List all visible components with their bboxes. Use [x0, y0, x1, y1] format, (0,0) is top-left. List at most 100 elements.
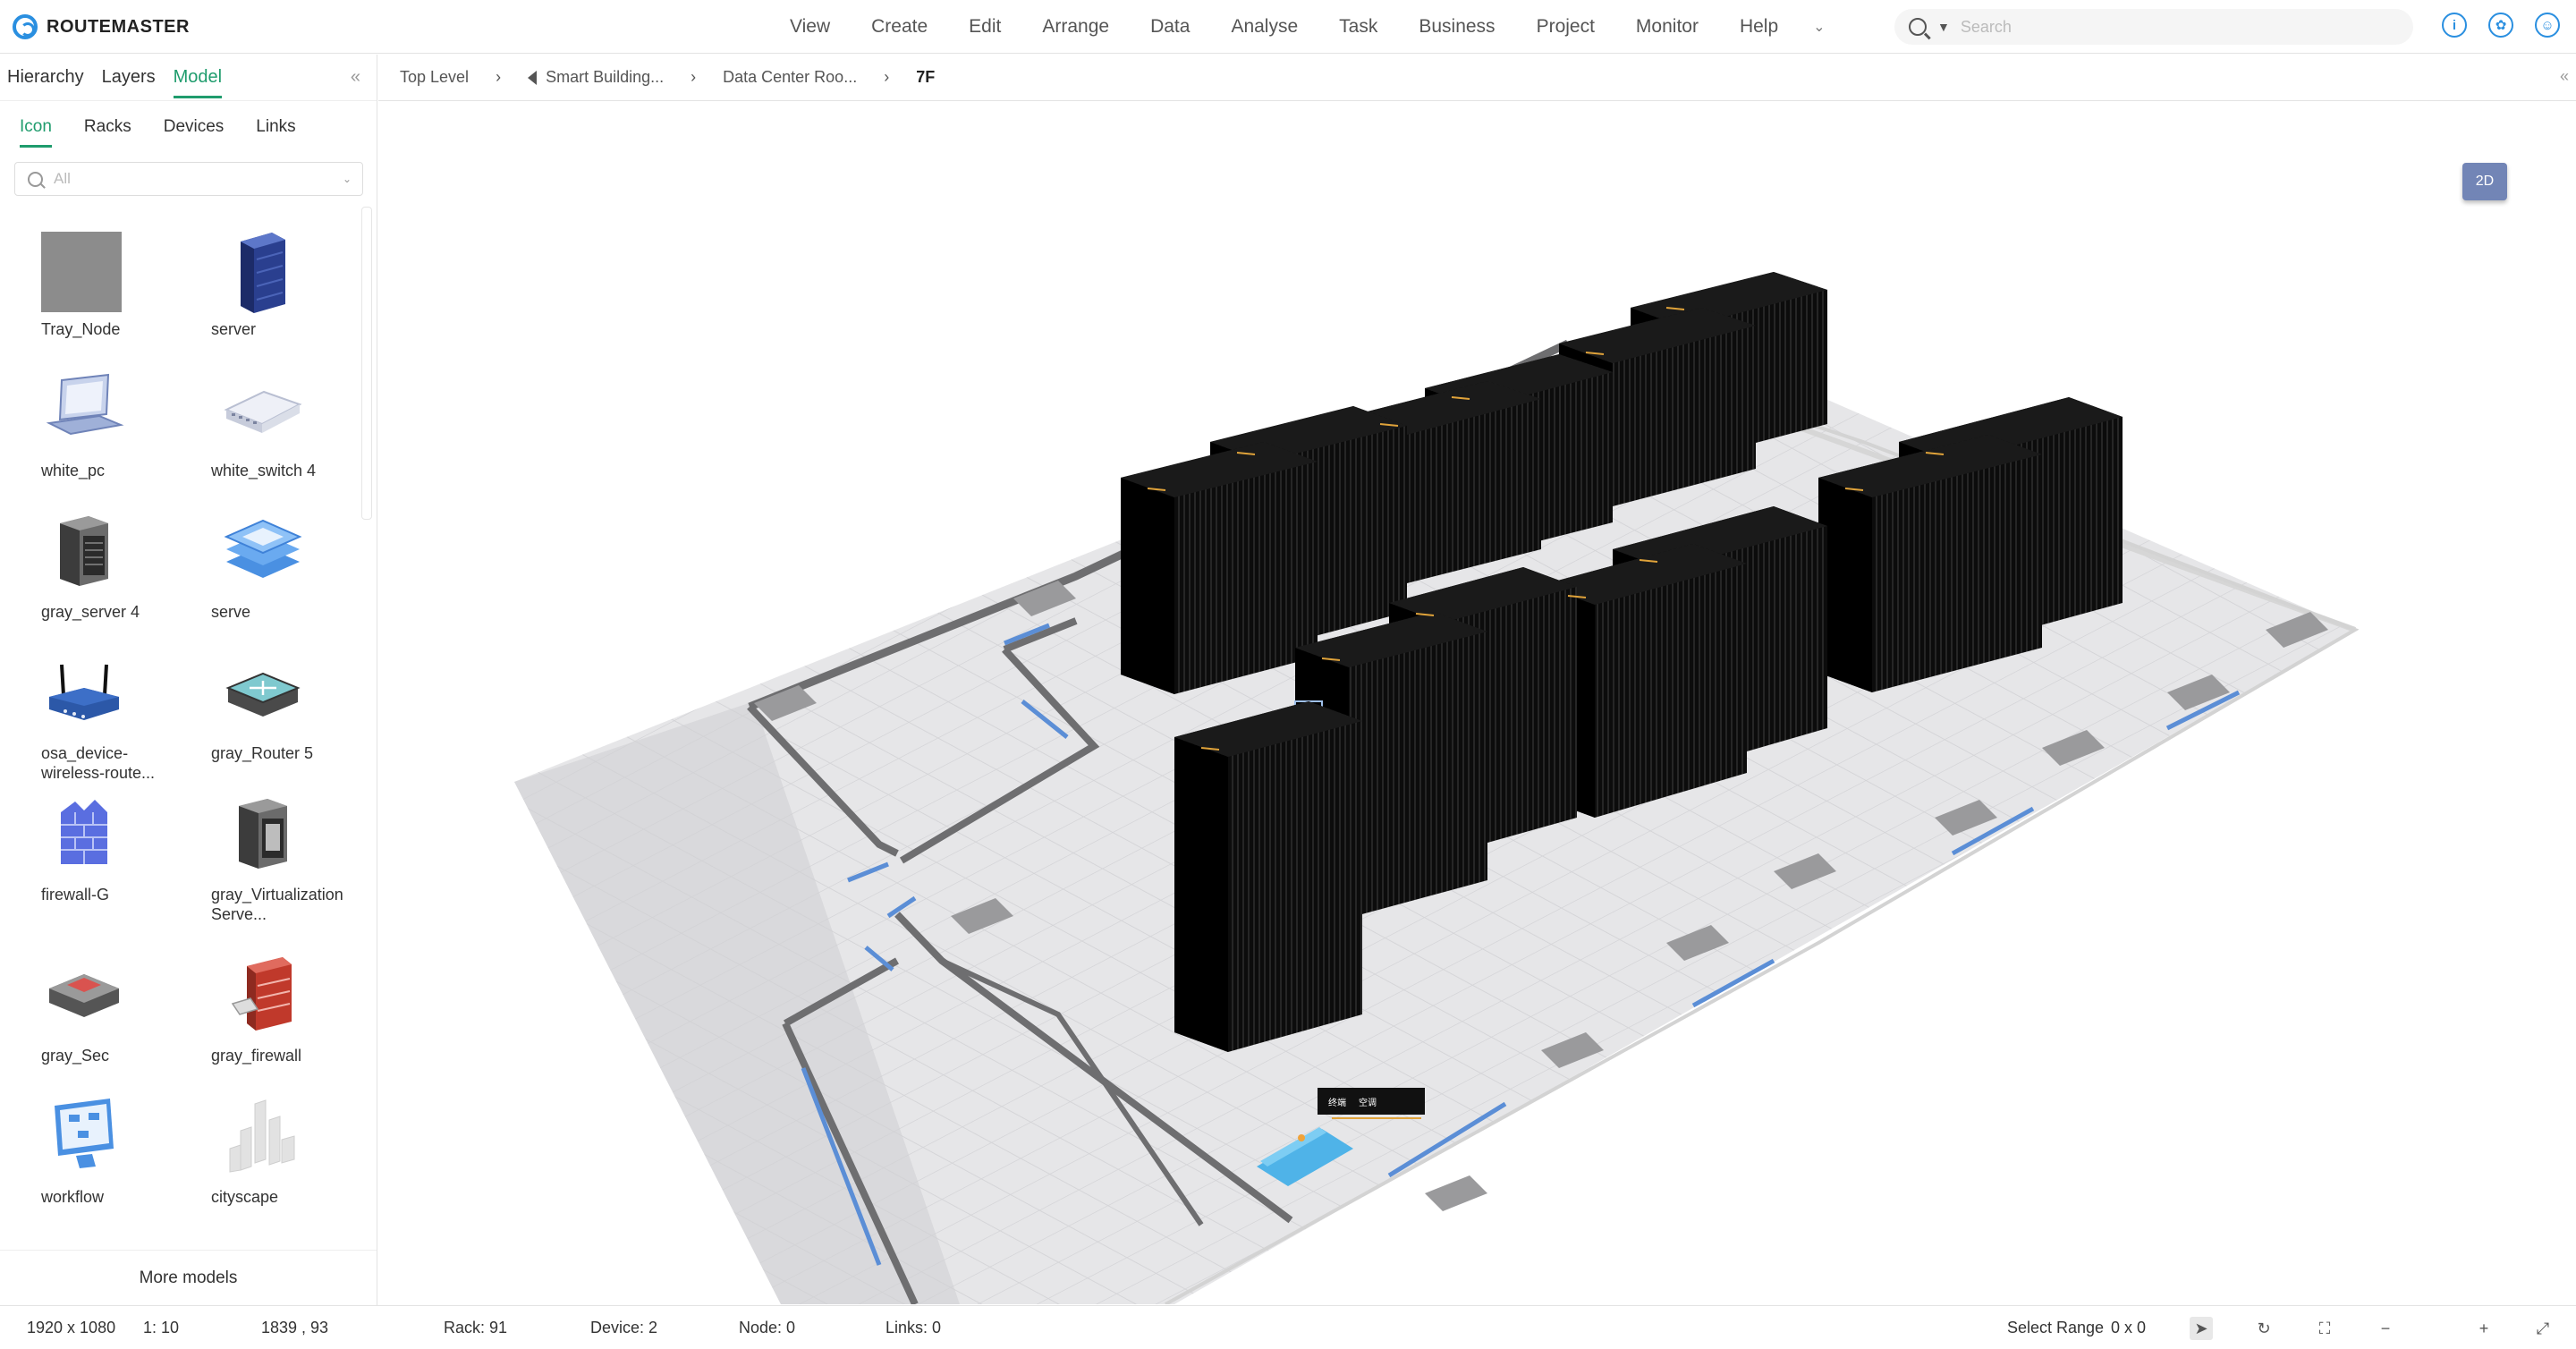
filter-chevron-down-icon: ⌄ [342, 173, 352, 185]
model-item-label: gray_Router 5 [211, 744, 314, 762]
model-item-label: osa_device-wireless-route... [41, 744, 156, 782]
app-logo[interactable]: ROUTEMASTER [13, 14, 190, 39]
model-item-label: serve [211, 603, 251, 621]
app-name: ROUTEMASTER [47, 16, 190, 37]
scene-canvas[interactable]: 终端 空调 2D [378, 102, 2576, 1304]
top-bar: ROUTEMASTER View Create Edit Arrange Dat… [0, 0, 2576, 54]
model-item[interactable]: gray_firewall [170, 951, 331, 1085]
router-icon [220, 649, 306, 734]
model-item-label: gray_server 4 [41, 603, 140, 621]
menu-create[interactable]: Create [851, 16, 948, 38]
menu-business[interactable]: Business [1398, 16, 1515, 38]
status-rack-count: Rack: 91 [444, 1319, 508, 1336]
subtab-devices[interactable]: Devices [164, 106, 225, 148]
breadcrumb-item[interactable]: Data Center Roo... [723, 68, 857, 87]
collapse-panel-icon[interactable]: « [351, 67, 360, 88]
gray-server-icon [41, 507, 127, 593]
search-input[interactable] [1960, 17, 2372, 37]
floor-plan-3d: 终端 空调 [514, 272, 2360, 1304]
breadcrumb-item[interactable]: Top Level [400, 68, 469, 87]
menu-arrange[interactable]: Arrange [1021, 16, 1130, 38]
model-item[interactable]: white_pc [0, 366, 161, 500]
status-links-count: Links: 0 [886, 1319, 942, 1336]
model-item[interactable]: Tray_Node [0, 225, 161, 359]
fullscreen-icon[interactable]: ⤢ [2531, 1317, 2555, 1340]
model-item-label: workflow [41, 1188, 105, 1206]
search-box[interactable]: ▼ [1894, 9, 2413, 45]
status-cursor: 1839 , 93 [261, 1319, 329, 1336]
fit-view-icon[interactable]: ⛶ [2313, 1317, 2336, 1340]
virtualization-server-icon [220, 790, 306, 876]
status-scale: 1: 10 [143, 1319, 180, 1336]
more-models-button[interactable]: More models [0, 1250, 377, 1305]
status-resolution: 1920 x 1080 [27, 1319, 116, 1336]
subtab-racks[interactable]: Racks [84, 106, 131, 148]
pointer-tool-icon[interactable]: ➤ [2190, 1317, 2213, 1340]
stack-icon [220, 507, 306, 593]
filter-search-icon [28, 171, 43, 187]
search-icon[interactable] [1909, 18, 1927, 36]
tab-hierarchy[interactable]: Hierarchy [7, 56, 84, 98]
toggle-2d-button[interactable]: 2D [2462, 163, 2507, 200]
menu-task[interactable]: Task [1318, 16, 1398, 38]
model-item-label: white_switch 4 [211, 462, 317, 479]
rotate-view-icon[interactable]: ↻ [2252, 1317, 2275, 1340]
model-item[interactable]: cityscape [170, 1092, 331, 1226]
model-item[interactable]: workflow [0, 1092, 161, 1226]
model-item[interactable]: osa_device-wireless-route... [0, 649, 161, 783]
model-item[interactable]: serve [170, 507, 331, 641]
top-right-icons: i ✿ ☺ [2442, 13, 2560, 38]
search-scope-chevron-icon[interactable]: ▼ [1937, 20, 1950, 34]
filter-value: All [54, 170, 71, 187]
main-menu: View Create Edit Arrange Data Analyse Ta… [769, 0, 1840, 54]
zoom-in-icon[interactable]: + [2472, 1317, 2496, 1340]
subtab-icon[interactable]: Icon [20, 106, 52, 148]
model-item-label: white_pc [41, 462, 106, 479]
menu-overflow-chevron-icon[interactable]: ⌄ [1799, 18, 1839, 36]
menu-help[interactable]: Help [1719, 16, 1799, 38]
model-item-label: firewall-G [41, 886, 110, 904]
breadcrumb-current: 7F [916, 68, 936, 86]
model-item-label: gray_Sec [41, 1047, 110, 1065]
svg-text:终端: 终端 [1328, 1097, 1346, 1108]
menu-edit[interactable]: Edit [948, 16, 1021, 38]
security-device-icon [41, 951, 127, 1037]
panel-tabs: Hierarchy Layers Model « [0, 55, 377, 101]
user-icon[interactable]: ☺ [2535, 13, 2560, 38]
status-select-range-value: 0 x 0 [2111, 1319, 2147, 1336]
menu-monitor[interactable]: Monitor [1615, 16, 1719, 38]
model-filter-select[interactable]: All ⌄ [14, 162, 363, 196]
status-select-range-label: Select Range [2007, 1319, 2105, 1336]
wireless-router-icon [41, 649, 127, 734]
model-item[interactable]: gray_Virtualization Serve... [170, 790, 343, 924]
tab-model[interactable]: Model [173, 56, 223, 98]
model-list-scrollbar[interactable] [361, 207, 372, 520]
breadcrumb-item[interactable]: Smart Building... [546, 68, 664, 87]
collapse-right-panel-icon[interactable]: « [2560, 67, 2569, 86]
firewall-red-icon [220, 951, 306, 1037]
menu-view[interactable]: View [769, 16, 851, 38]
network-icon[interactable]: ✿ [2488, 13, 2513, 38]
tab-layers[interactable]: Layers [102, 56, 156, 98]
menu-analyse[interactable]: Analyse [1210, 16, 1318, 38]
model-item-label: gray_firewall [211, 1047, 302, 1065]
switch-icon [220, 366, 306, 452]
status-node-count: Node: 0 [739, 1319, 796, 1336]
back-arrow-icon[interactable] [528, 70, 538, 85]
model-item[interactable]: gray_server 4 [0, 507, 161, 641]
menu-data[interactable]: Data [1130, 16, 1210, 38]
model-item[interactable]: white_switch 4 [170, 366, 331, 500]
model-item-label: server [211, 320, 257, 338]
model-item[interactable]: server [170, 225, 331, 359]
breadcrumb-separator-icon: › [496, 68, 502, 86]
model-item[interactable]: gray_Router 5 [170, 649, 331, 783]
model-item[interactable]: firewall-G [0, 790, 161, 924]
model-item[interactable]: gray_Sec [0, 951, 161, 1085]
model-item-label: gray_Virtualization Serve... [211, 886, 343, 923]
zoom-out-icon[interactable]: − [2374, 1317, 2397, 1340]
svg-text:空调: 空调 [1359, 1097, 1377, 1108]
model-item-label: Tray_Node [41, 320, 121, 338]
menu-project[interactable]: Project [1516, 16, 1615, 38]
info-icon[interactable]: i [2442, 13, 2467, 38]
subtab-links[interactable]: Links [256, 106, 295, 148]
